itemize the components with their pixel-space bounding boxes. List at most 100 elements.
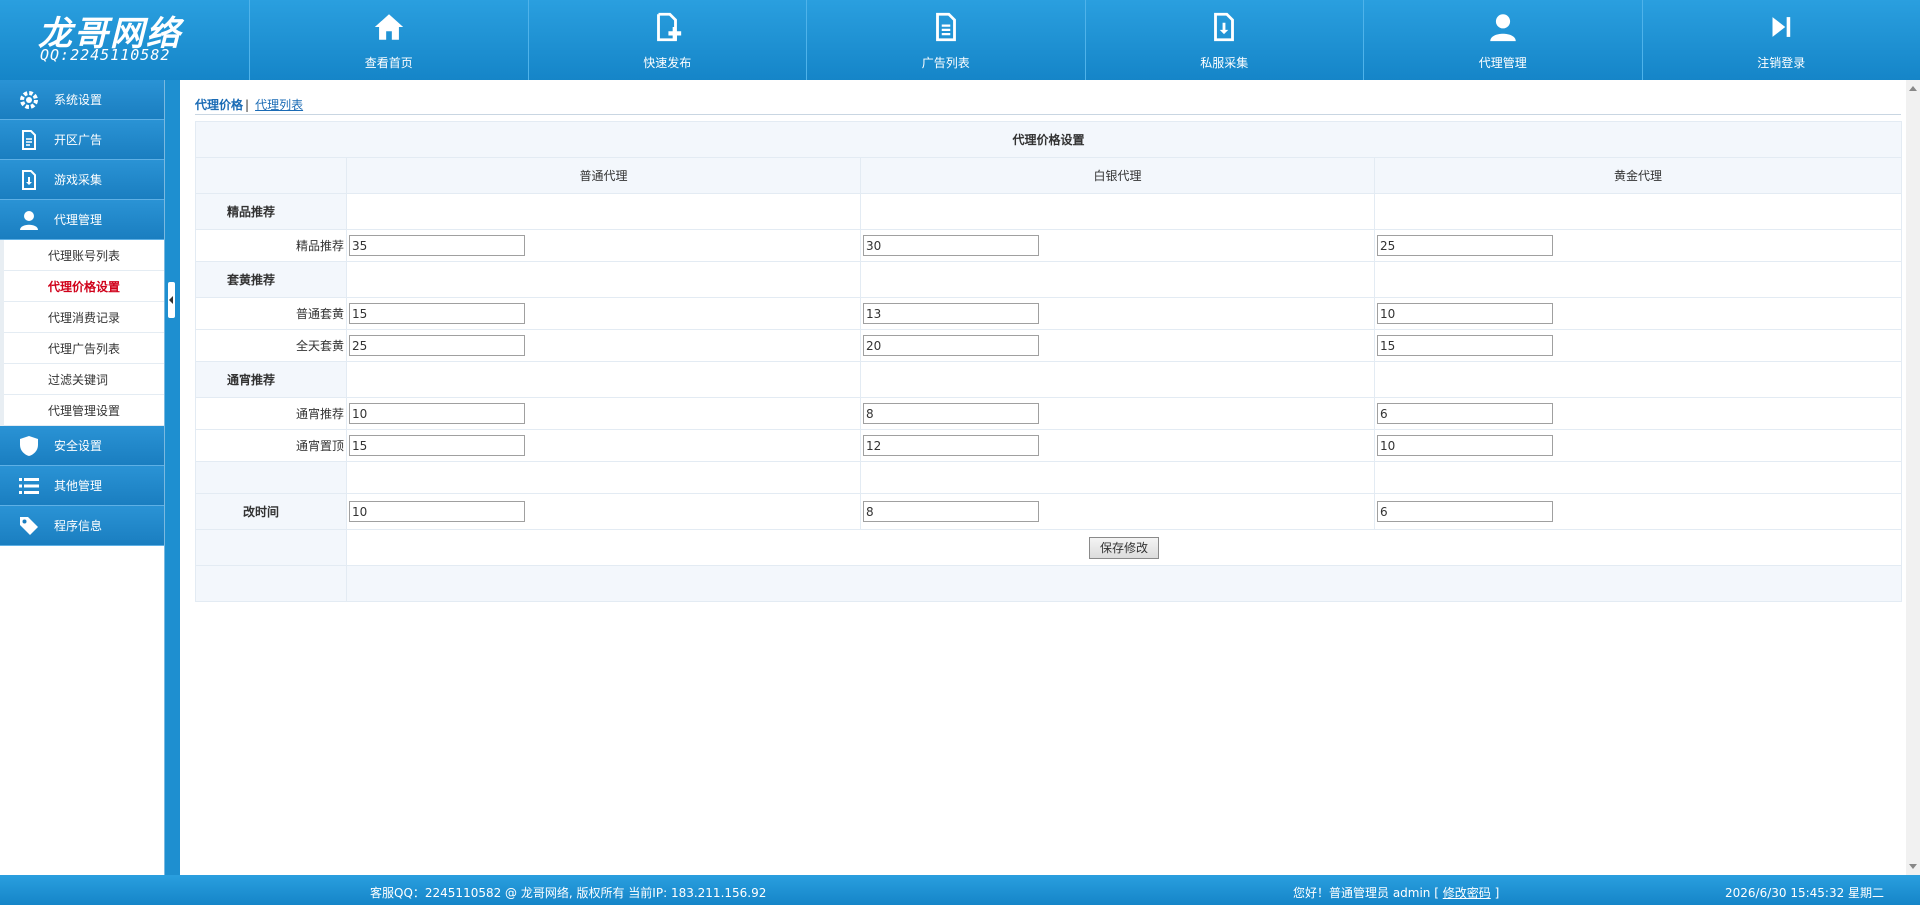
price-input[interactable] xyxy=(349,335,525,356)
time-row-label: 改时间 xyxy=(195,493,347,530)
gear-icon xyxy=(16,87,42,113)
sidebar-item-agent-settings[interactable]: 代理管理设置 xyxy=(4,395,164,426)
sidebar-group-security[interactable]: 安全设置 xyxy=(0,426,164,466)
footer-user: 您好！普通管理员 admin [ 修改密码 ] xyxy=(1293,884,1499,901)
price-input[interactable] xyxy=(863,435,1039,456)
user-icon xyxy=(1490,13,1516,41)
main-content: 代理价格 | 代理列表 代理价格设置 普通代理 白银代理 黄金代理 精品推荐 精品推… xyxy=(180,80,1920,875)
sidebar-sub-menu: 代理账号列表 代理价格设置 代理消费记录 代理广告列表 过滤关键词 代理管理设置 xyxy=(0,240,164,426)
scroll-up-icon[interactable] xyxy=(1909,86,1917,91)
price-input[interactable] xyxy=(1377,235,1553,256)
sidebar-item-agent-price[interactable]: 代理价格设置 xyxy=(4,271,164,302)
column-header: 黄金代理 xyxy=(1373,157,1903,194)
tag-icon xyxy=(16,513,42,539)
sidebar-item-filter-keywords[interactable]: 过滤关键词 xyxy=(4,364,164,395)
sidebar-group-ads[interactable]: 开区广告 xyxy=(0,120,164,160)
footer-greeting-end: ] xyxy=(1490,886,1500,900)
time-input[interactable] xyxy=(863,501,1039,522)
home-icon xyxy=(374,13,403,40)
footer-info: 客服QQ：2245110582 @ 龙哥网络, 版权所有 当前IP: 183.2… xyxy=(370,886,767,900)
sidebar-group-program-info[interactable]: 程序信息 xyxy=(0,506,164,546)
nav-label: 注销登录 xyxy=(1757,55,1806,70)
row-label: 通宵置顶 xyxy=(195,429,347,462)
collapse-sidebar-handle[interactable] xyxy=(168,282,175,318)
logout-icon xyxy=(1772,16,1791,37)
download-doc-icon xyxy=(1214,12,1235,41)
nav-label: 查看首页 xyxy=(364,55,413,70)
price-input[interactable] xyxy=(349,403,525,424)
price-input[interactable] xyxy=(1377,335,1553,356)
sidebar-group-label: 开区广告 xyxy=(54,133,103,147)
price-settings-table: 代理价格设置 普通代理 白银代理 黄金代理 精品推荐 精品推荐 套黄推荐 普通套… xyxy=(194,121,1903,602)
sidebar-group-label: 其他管理 xyxy=(54,479,103,493)
tab-bar: 代理价格 | 代理列表 xyxy=(195,96,1901,115)
column-header: 普通代理 xyxy=(346,157,861,194)
nav-label: 私服采集 xyxy=(1200,55,1249,70)
logo-subtitle: QQ:2245110582 xyxy=(40,46,171,64)
sidebar-group-label: 系统设置 xyxy=(54,93,103,107)
price-input[interactable] xyxy=(349,235,525,256)
time-input[interactable] xyxy=(1377,501,1553,522)
sidebar-group-label: 程序信息 xyxy=(54,519,103,533)
nav-label: 快速发布 xyxy=(643,55,692,70)
nav-logout[interactable]: 注销登录 xyxy=(1643,0,1920,80)
add-doc-icon xyxy=(657,12,682,41)
price-input[interactable] xyxy=(349,303,525,324)
price-input[interactable] xyxy=(863,335,1039,356)
row-label: 通宵推荐 xyxy=(195,397,347,430)
sidebar-group-collect[interactable]: 游戏采集 xyxy=(0,160,164,200)
price-input[interactable] xyxy=(863,403,1039,424)
sidebar-item-agent-accounts[interactable]: 代理账号列表 xyxy=(4,240,164,271)
price-input[interactable] xyxy=(863,235,1039,256)
header-empty-cell xyxy=(195,157,347,194)
shield-icon xyxy=(16,433,42,459)
section-title: 套黄推荐 xyxy=(195,261,347,298)
column-header: 白银代理 xyxy=(860,157,1375,194)
tab-agent-list[interactable]: 代理列表 xyxy=(255,98,303,112)
sidebar-item-agent-records[interactable]: 代理消费记录 xyxy=(4,302,164,333)
download-doc-icon xyxy=(16,167,42,193)
sidebar-splitter xyxy=(165,80,180,875)
doc-icon xyxy=(16,127,42,153)
price-input[interactable] xyxy=(1377,303,1553,324)
tab-agent-price[interactable]: 代理价格 xyxy=(195,98,243,112)
sidebar-group-label: 游戏采集 xyxy=(54,173,103,187)
footer: 客服QQ：2245110582 @ 龙哥网络, 版权所有 当前IP: 183.2… xyxy=(0,875,1920,905)
section-title: 精品推荐 xyxy=(195,193,347,230)
sidebar-item-agent-ads[interactable]: 代理广告列表 xyxy=(4,333,164,364)
nav-home[interactable]: 查看首页 xyxy=(250,0,529,80)
row-label: 全天套黄 xyxy=(195,329,347,362)
sidebar-group-label: 代理管理 xyxy=(54,213,103,227)
sidebar: 系统设置 开区广告 游戏采集 代理管理 代理账号列表 代理价格设置 代理消费记录… xyxy=(0,80,165,875)
top-header: 龙哥网络 QQ:2245110582 查看首页 快速发布 广告列表 私服采集 代… xyxy=(0,0,1920,80)
nav-label: 代理管理 xyxy=(1478,55,1527,70)
sidebar-group-system[interactable]: 系统设置 xyxy=(0,80,164,120)
sidebar-group-label: 安全设置 xyxy=(54,439,103,453)
price-input[interactable] xyxy=(863,303,1039,324)
price-input[interactable] xyxy=(1377,403,1553,424)
nav-private-collect[interactable]: 私服采集 xyxy=(1086,0,1364,80)
nav-ad-list[interactable]: 广告列表 xyxy=(807,0,1086,80)
row-label: 精品推荐 xyxy=(195,229,347,262)
section-title: 通宵推荐 xyxy=(195,361,347,398)
doc-list-icon xyxy=(935,12,956,41)
logo: 龙哥网络 QQ:2245110582 xyxy=(0,0,250,80)
list-icon xyxy=(16,473,42,499)
nav-quick-publish[interactable]: 快速发布 xyxy=(529,0,807,80)
nav-label: 广告列表 xyxy=(921,55,970,70)
footer-datetime: 2026/6/30 15:45:32 星期二 xyxy=(1725,886,1885,900)
sidebar-group-other[interactable]: 其他管理 xyxy=(0,466,164,506)
table-title: 代理价格设置 xyxy=(194,121,1903,158)
time-input[interactable] xyxy=(349,501,525,522)
scroll-down-icon[interactable] xyxy=(1909,864,1917,869)
sidebar-group-agent[interactable]: 代理管理 xyxy=(0,200,164,240)
user-icon xyxy=(16,207,42,233)
change-password-link[interactable]: 修改密码 xyxy=(1443,886,1491,900)
save-button[interactable]: 保存修改 xyxy=(1089,536,1160,559)
scrollbar[interactable] xyxy=(1906,80,1920,875)
price-input[interactable] xyxy=(349,435,525,456)
row-label: 普通套黄 xyxy=(195,297,347,330)
nav-agent-manage[interactable]: 代理管理 xyxy=(1364,0,1643,80)
price-input[interactable] xyxy=(1377,435,1553,456)
top-nav: 查看首页 快速发布 广告列表 私服采集 代理管理 注销登录 xyxy=(250,0,1920,80)
